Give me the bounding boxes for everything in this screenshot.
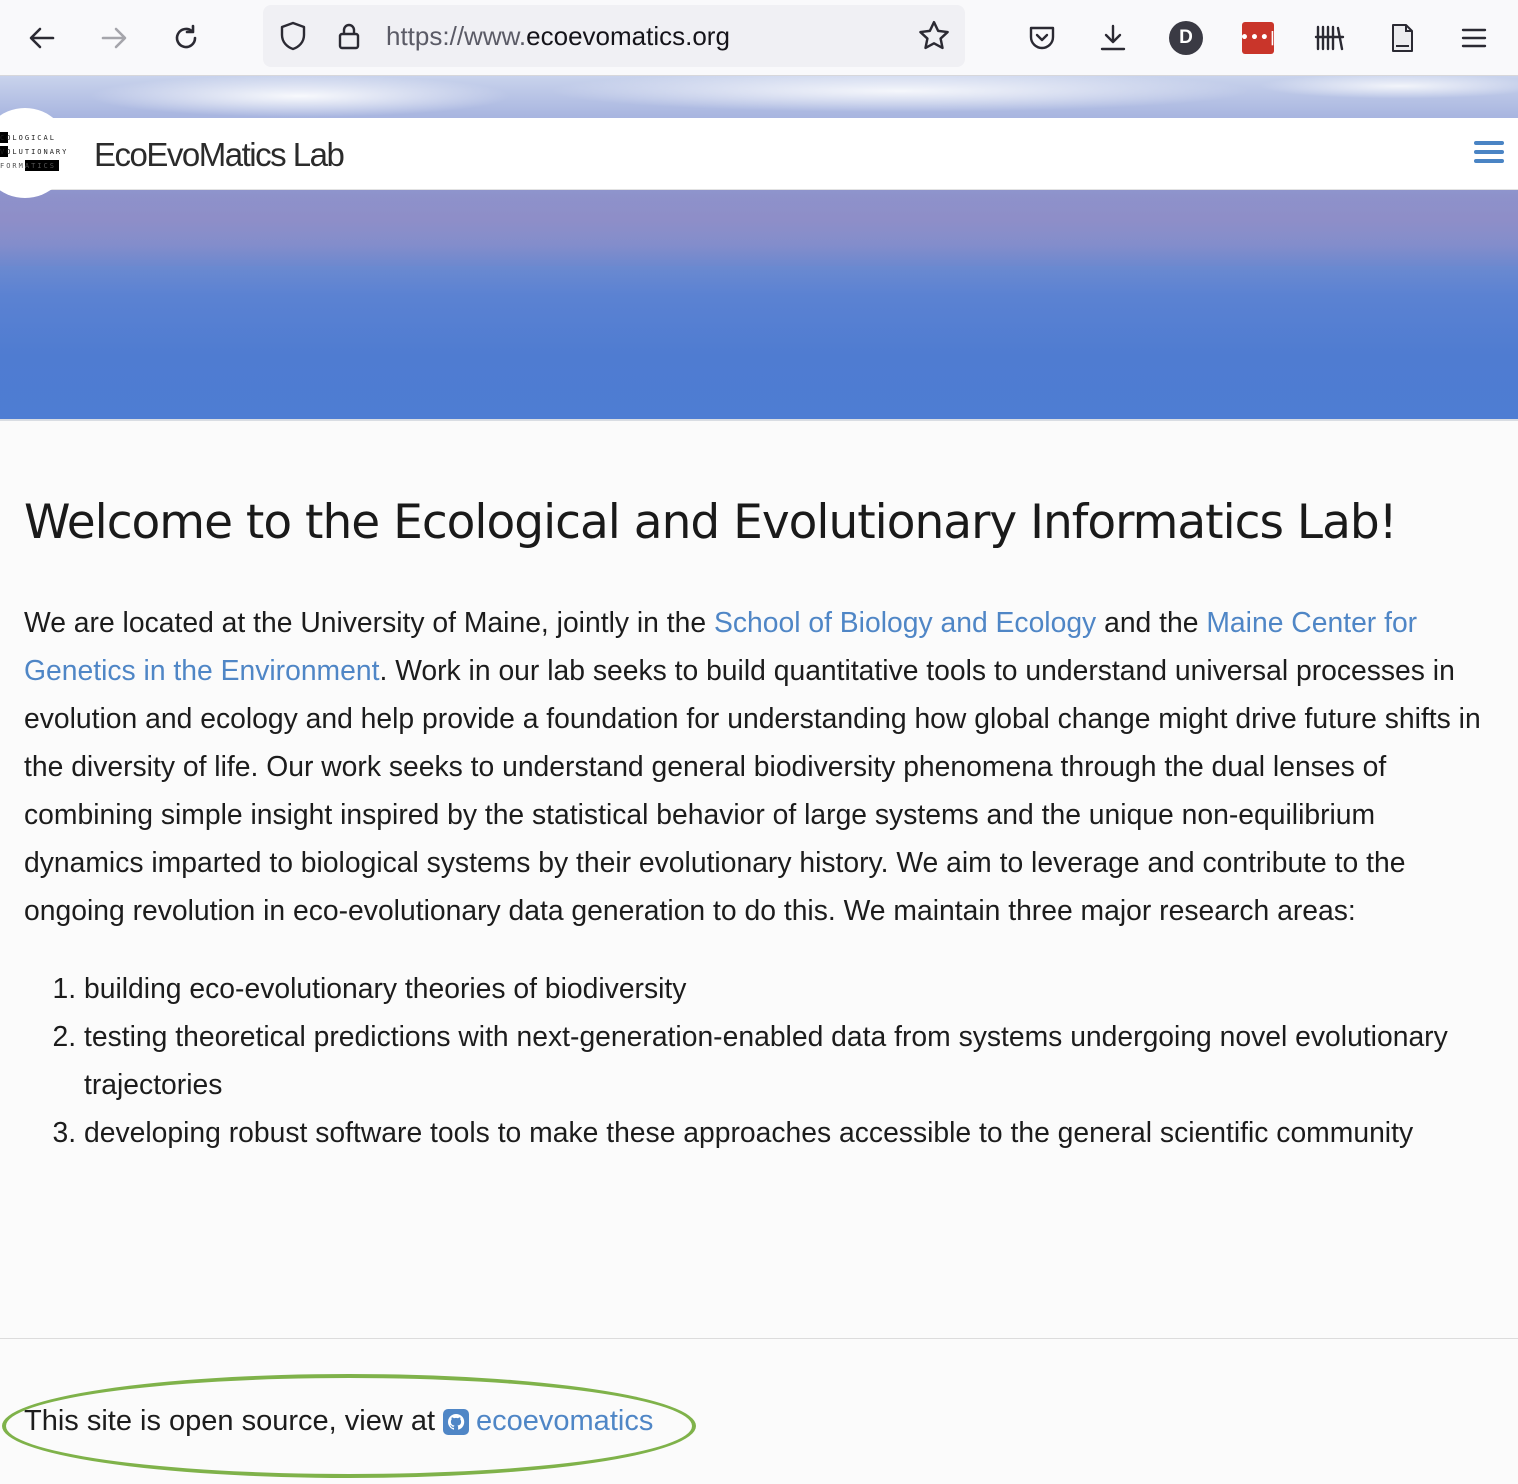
hero-divider bbox=[0, 419, 1518, 421]
url-text[interactable]: https://www.ecoevomatics.org bbox=[386, 21, 730, 52]
research-areas-list: building eco-evolutionary theories of bi… bbox=[24, 964, 1494, 1156]
school-of-biology-link[interactable]: School of Biology and Ecology bbox=[714, 606, 1096, 638]
library-button[interactable] bbox=[1302, 10, 1358, 66]
logo-line-3: FORMATICS bbox=[0, 162, 56, 170]
site-brand-link[interactable]: EcoEvoMatics Lab bbox=[94, 136, 345, 174]
github-icon bbox=[443, 1408, 470, 1435]
hamburger-bar bbox=[1474, 141, 1504, 145]
back-button[interactable] bbox=[14, 10, 70, 66]
library-icon bbox=[1314, 25, 1345, 51]
profile-avatar: D bbox=[1169, 21, 1203, 55]
arrow-right-icon bbox=[101, 27, 127, 49]
browser-toolbar: https://www.ecoevomatics.org D •••| bbox=[0, 0, 1518, 76]
document-icon bbox=[1392, 24, 1413, 52]
intro-text-2: and the bbox=[1096, 606, 1207, 638]
url-domain: ecoevomatics.org bbox=[526, 21, 730, 51]
password-extension-button[interactable]: •••| bbox=[1230, 10, 1286, 66]
footer: This site is open source, view at ecoevo… bbox=[24, 1405, 653, 1438]
arrow-left-icon bbox=[29, 27, 55, 49]
intro-paragraph: We are located at the University of Main… bbox=[24, 598, 1494, 934]
forward-button[interactable] bbox=[86, 10, 142, 66]
list-item: testing theoretical predictions with nex… bbox=[84, 1012, 1494, 1108]
password-manager-icon: •••| bbox=[1240, 22, 1275, 54]
bookmark-star-icon[interactable] bbox=[917, 19, 951, 53]
hero-landscape bbox=[0, 186, 1518, 266]
pocket-icon bbox=[1029, 26, 1055, 50]
reader-view-button[interactable] bbox=[1374, 10, 1430, 66]
main-content: Welcome to the Ecological and Evolutiona… bbox=[24, 490, 1494, 1156]
page-title: Welcome to the Ecological and Evolutiona… bbox=[24, 495, 1398, 550]
intro-text-1: We are located at the University of Main… bbox=[24, 606, 714, 638]
address-bar[interactable]: https://www.ecoevomatics.org bbox=[263, 5, 965, 67]
menu-icon bbox=[1461, 28, 1487, 48]
reload-icon bbox=[175, 24, 197, 49]
hamburger-bar bbox=[1474, 150, 1504, 154]
github-repo-link[interactable]: ecoevomatics bbox=[476, 1405, 653, 1438]
logo-line-1: COLOGICAL bbox=[0, 134, 56, 142]
app-menu-button[interactable] bbox=[1446, 10, 1502, 66]
list-item: developing robust software tools to make… bbox=[84, 1108, 1494, 1156]
url-prefix: https://www. bbox=[386, 21, 527, 51]
reload-button[interactable] bbox=[158, 10, 214, 66]
lock-icon[interactable] bbox=[333, 20, 365, 52]
profile-button[interactable]: D bbox=[1158, 10, 1214, 66]
downloads-button[interactable] bbox=[1085, 10, 1141, 66]
list-item: building eco-evolutionary theories of bi… bbox=[84, 964, 1494, 1012]
footer-divider bbox=[0, 1338, 1518, 1339]
shield-icon[interactable] bbox=[277, 20, 309, 52]
intro-text-3: . Work in our lab seeks to build quantit… bbox=[24, 654, 1481, 926]
pocket-button[interactable] bbox=[1014, 10, 1070, 66]
footer-text: This site is open source, view at bbox=[24, 1405, 436, 1437]
download-icon bbox=[1100, 24, 1126, 51]
logo-line-2: VOLUTIONARY bbox=[0, 148, 69, 156]
hamburger-bar bbox=[1474, 159, 1504, 163]
nav-menu-toggle[interactable] bbox=[1474, 141, 1504, 167]
